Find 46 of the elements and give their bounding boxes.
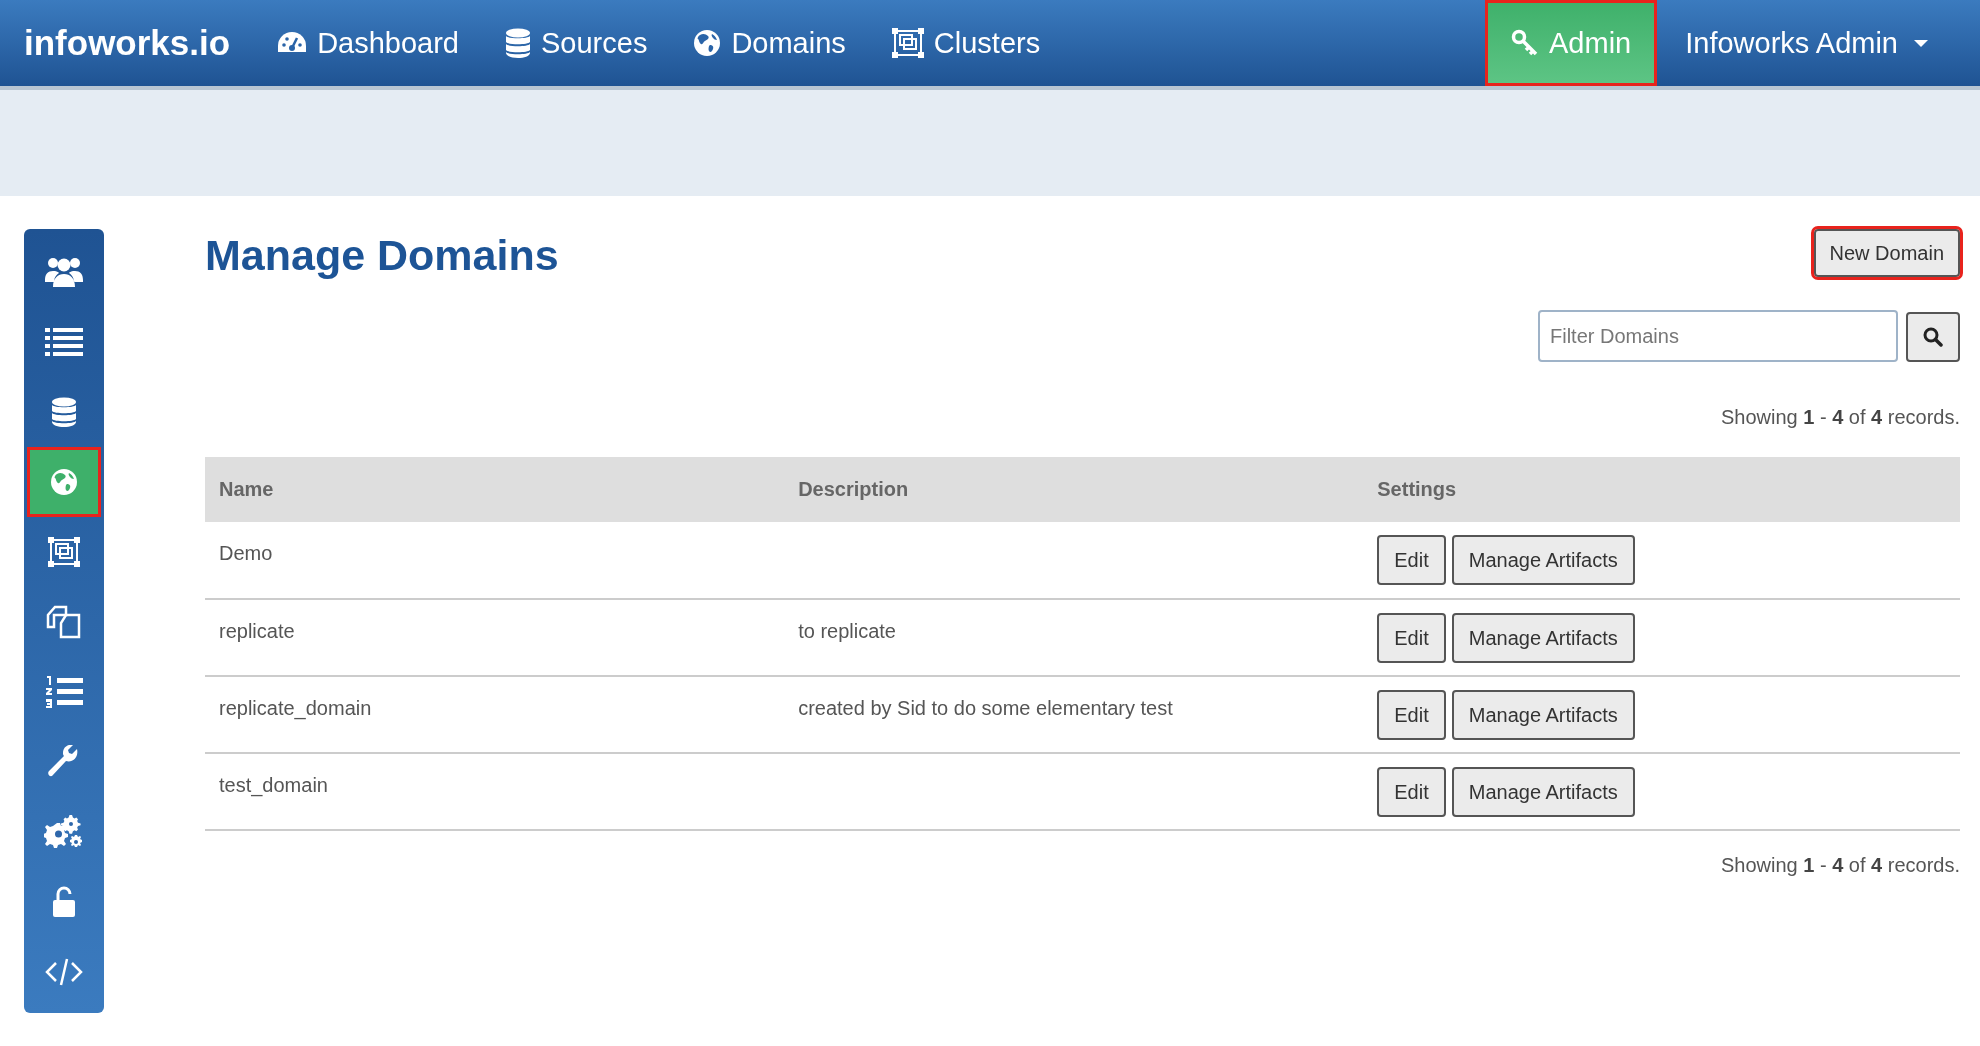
manage-artifacts-button[interactable]: Manage Artifacts — [1451, 535, 1635, 585]
numbered-list-icon — [45, 675, 83, 709]
manage-artifacts-button[interactable]: Manage Artifacts — [1451, 767, 1635, 817]
code-icon — [45, 957, 83, 987]
sidebar-item[interactable] — [27, 447, 101, 517]
documents-icon — [46, 605, 82, 639]
search-button[interactable] — [1906, 312, 1960, 362]
edit-button[interactable]: Edit — [1377, 613, 1446, 663]
settings-icon — [44, 815, 84, 849]
edit-button[interactable]: Edit — [1377, 690, 1446, 740]
edit-button[interactable]: Edit — [1377, 535, 1446, 585]
table-cell: test_domain — [205, 753, 785, 830]
globe-icon — [693, 29, 722, 57]
key-icon — [1511, 29, 1540, 57]
manage-artifacts-button[interactable]: Manage Artifacts — [1451, 690, 1635, 740]
database-icon — [505, 28, 531, 58]
caret-icon — [1914, 39, 1928, 47]
list-icon — [45, 327, 83, 357]
clusters-icon — [891, 28, 924, 58]
nav-link[interactable]: Dashboard — [254, 0, 482, 86]
brand-logo[interactable]: infoworks.io — [0, 23, 255, 63]
table-cell: replicate — [205, 599, 785, 676]
records-count: Showing 1 - 4 of 4 records. — [1719, 854, 1960, 877]
column-header: Settings — [1363, 457, 1960, 522]
table-cell: created by Sid to do some elementary test — [784, 676, 1364, 753]
database-icon — [51, 397, 77, 427]
column-header: Name — [205, 457, 785, 522]
table-cell: Demo — [205, 522, 785, 599]
column-header: Description — [784, 457, 1364, 522]
nav-link[interactable]: Sources — [482, 0, 671, 86]
new-domain-button[interactable]: New Domain — [1813, 229, 1960, 277]
globe-icon — [50, 468, 78, 496]
search-icon — [1923, 327, 1943, 347]
table-cell: to replicate — [784, 599, 1364, 676]
unlock-icon — [52, 886, 76, 918]
records-count: Showing 1 - 4 of 4 records. — [1719, 406, 1960, 429]
users-icon — [44, 256, 84, 288]
filter-field[interactable]: Filter Domains — [1538, 310, 1898, 362]
manage-artifacts-button[interactable]: Manage Artifacts — [1451, 613, 1635, 663]
page-title: Manage Domains — [205, 230, 559, 280]
edit-button[interactable]: Edit — [1377, 767, 1446, 817]
nav-link[interactable]: Domains — [670, 0, 869, 86]
nav-link[interactable]: Clusters — [868, 0, 1064, 86]
table-cell: replicate_domain — [205, 676, 785, 753]
user-menu[interactable]: Infoworks Admin — [1657, 0, 1980, 86]
frame-icon — [48, 537, 80, 567]
